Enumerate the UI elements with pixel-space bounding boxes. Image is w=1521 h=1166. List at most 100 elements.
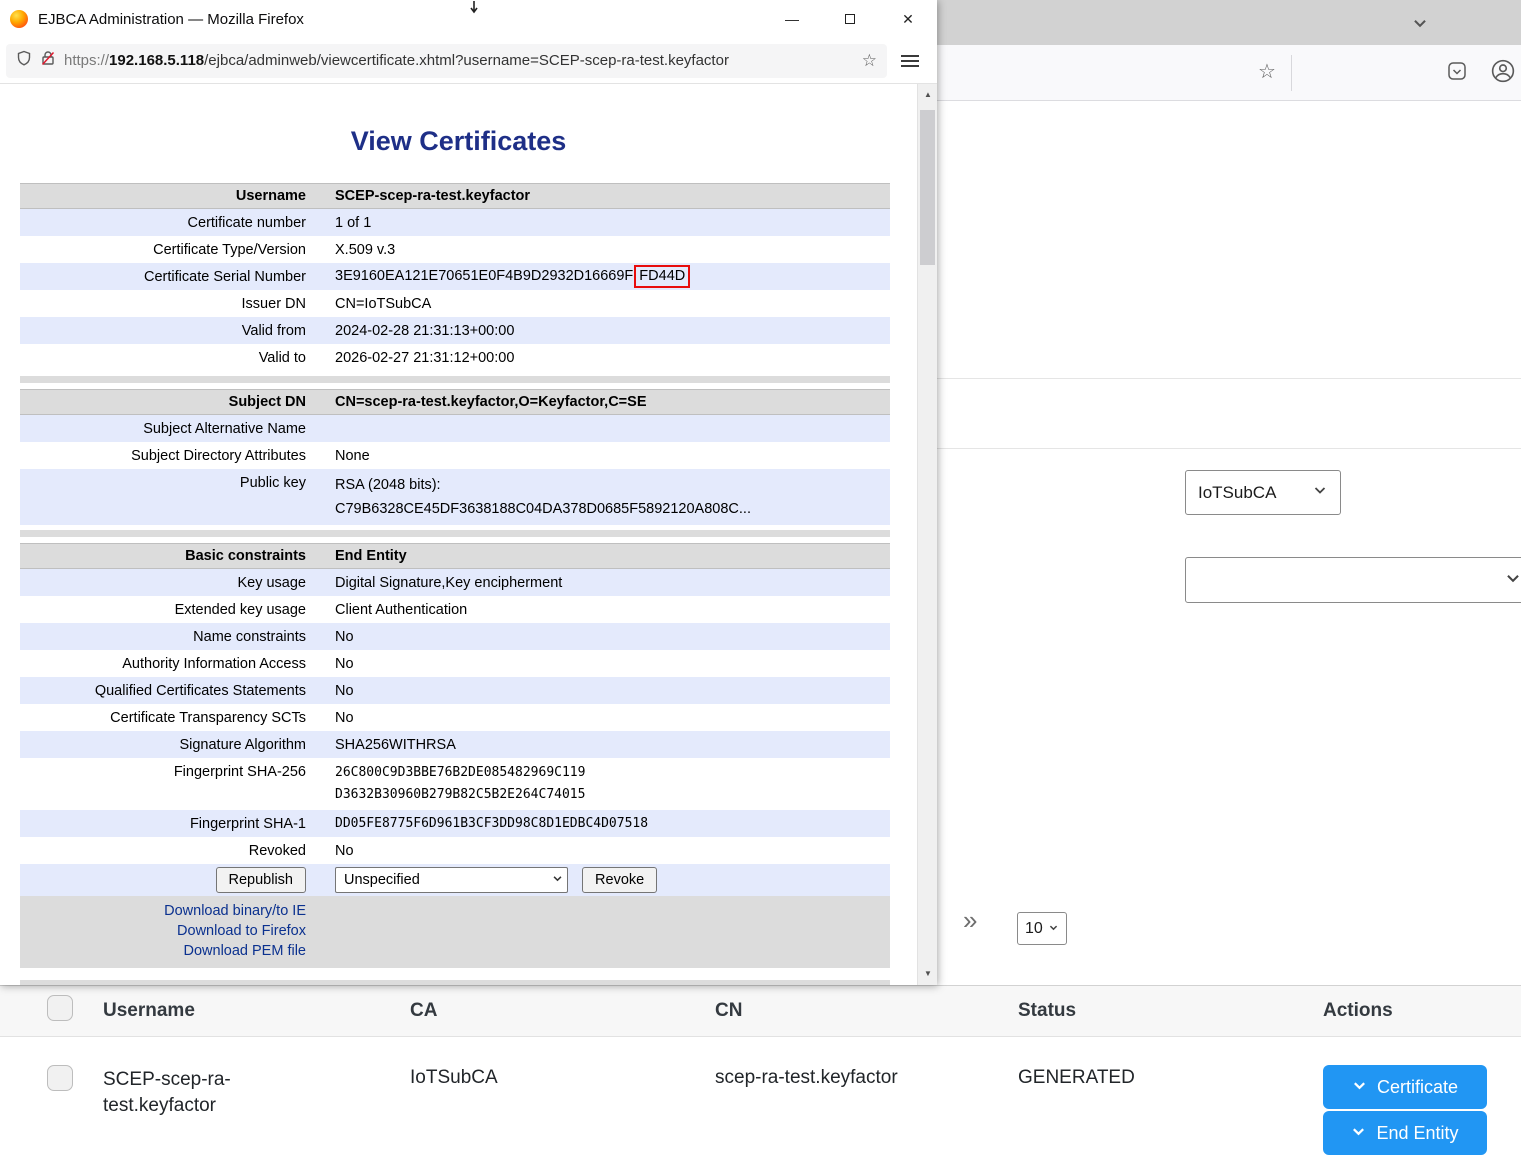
row-subject-directory-attributes: Subject Directory Attributes None (20, 442, 890, 469)
row-certificate-number: Certificate number 1 of 1 (20, 209, 890, 236)
row-public-key: Public key RSA (2048 bits): C79B6328CE45… (20, 469, 890, 525)
popup-content: View Certificates Username SCEP-scep-ra-… (0, 84, 917, 985)
page-size-value: 10 (1025, 920, 1043, 938)
spacer (20, 968, 890, 980)
row-label: Certificate Transparency SCTs (20, 710, 320, 726)
actions-cell: Certificate End Entity (1323, 1037, 1521, 1166)
maximize-button[interactable] (821, 0, 879, 38)
row-value: 2024-02-28 21:31:13+00:00 (320, 323, 890, 339)
cell-cn: scep-ra-test.keyfactor (715, 1037, 1018, 1166)
download-links: Download binary/to IE Download to Firefo… (20, 901, 320, 961)
menu-hamburger-icon[interactable] (901, 52, 919, 70)
ca-select[interactable]: IoTSubCA (1185, 470, 1341, 515)
bookmark-star-icon[interactable]: ☆ (862, 51, 877, 71)
scrollbar-up-arrow[interactable]: ▲ (918, 86, 937, 104)
page-size-select[interactable]: 10 (1017, 912, 1067, 945)
section-divider (20, 530, 890, 537)
revoke-cell: Unspecified Revoke (320, 867, 890, 893)
row-certificate-transparency-scts: Certificate Transparency SCTs No (20, 704, 890, 731)
header-cn: CN (715, 1000, 1018, 1022)
row-value: 26C800C9D3BBE76B2DE085482969C119 D3632B3… (320, 762, 890, 806)
scrollbar-thumb[interactable] (920, 110, 935, 265)
mouse-cursor (468, 0, 480, 18)
row-value: No (320, 683, 890, 699)
chevron-down-icon (1048, 920, 1059, 938)
popup-scrollbar[interactable]: ▲ ▼ (917, 84, 937, 985)
row-label: Issuer DN (20, 296, 320, 312)
row-label: Username (20, 188, 320, 204)
window-controls: — ✕ (763, 0, 937, 38)
serial-value: 3E9160EA121E70651E0F4B9D2932D16669FFD44D (320, 265, 890, 288)
row-signature-algorithm: Signature Algorithm SHA256WITHRSA (20, 731, 890, 758)
url-text: https://192.168.5.118/ejbca/adminweb/vie… (64, 52, 854, 69)
url-host: 192.168.5.118 (109, 52, 204, 69)
section-divider (20, 376, 890, 383)
revoke-button[interactable]: Revoke (582, 867, 657, 893)
row-label: Subject Alternative Name (20, 421, 320, 437)
download-pem-link[interactable]: Download PEM file (20, 941, 306, 961)
header-username: Username (103, 1000, 410, 1022)
close-window-button[interactable]: ✕ (879, 0, 937, 38)
header-ca: CA (410, 1000, 715, 1022)
header-actions: Actions (1323, 1000, 1521, 1022)
shield-icon[interactable] (16, 50, 32, 71)
download-firefox-link[interactable]: Download to Firefox (20, 921, 306, 941)
row-value: X.509 v.3 (320, 242, 890, 258)
row-subject-alt-name: Subject Alternative Name (20, 415, 890, 442)
row-label: Extended key usage (20, 602, 320, 618)
checkbox-cell (47, 1037, 103, 1166)
button-label: End Entity (1376, 1123, 1458, 1144)
scrollbar-down-arrow[interactable]: ▼ (918, 965, 937, 983)
chevron-down-icon (1351, 1123, 1366, 1144)
row-label: Revoked (20, 843, 320, 859)
row-label: Qualified Certificates Statements (20, 683, 320, 699)
table-header-row: Username CA CN Status Actions (0, 985, 1521, 1037)
row-label: Valid to (20, 350, 320, 366)
account-icon[interactable] (1491, 59, 1515, 88)
pagination-last-icon[interactable]: » (963, 905, 977, 936)
row-revocation-actions: Republish Unspecified Revoke (20, 864, 890, 896)
row-basic-constraints: Basic constraints End Entity (20, 543, 890, 569)
view-certificates-popup-window: EJBCA Administration — Mozilla Firefox —… (0, 0, 937, 985)
address-bar[interactable]: https://192.168.5.118/ejbca/adminweb/vie… (6, 44, 887, 78)
row-value: End Entity (320, 548, 890, 564)
header-status: Status (1018, 1000, 1323, 1022)
download-binary-link[interactable]: Download binary/to IE (20, 901, 306, 921)
row-fingerprint-sha1: Fingerprint SHA-1 DD05FE8775F6D961B3CF3D… (20, 810, 890, 837)
bookmark-star-icon[interactable]: ☆ (1258, 59, 1276, 84)
select-all-checkbox[interactable] (47, 995, 73, 1021)
chevron-down-icon (1312, 482, 1328, 503)
row-label: Subject Directory Attributes (20, 448, 320, 464)
pocket-icon[interactable] (1447, 61, 1467, 86)
filter-select[interactable] (1185, 557, 1521, 603)
row-certificate-type: Certificate Type/Version X.509 v.3 (20, 236, 890, 263)
row-name-constraints: Name constraints No (20, 623, 890, 650)
row-value: No (320, 843, 890, 859)
row-label: Certificate Type/Version (20, 242, 320, 258)
row-value: No (320, 710, 890, 726)
republish-button[interactable]: Republish (216, 867, 307, 893)
certificate-details-table: Username SCEP-scep-ra-test.keyfactor Cer… (20, 183, 890, 985)
toolbar-divider (1291, 55, 1292, 91)
row-value: SHA256WITHRSA (320, 737, 890, 753)
row-checkbox[interactable] (47, 1065, 73, 1091)
url-toolbar: https://192.168.5.118/ejbca/adminweb/vie… (0, 38, 937, 84)
end-entity-dropdown-button[interactable]: End Entity (1323, 1111, 1487, 1155)
row-extended-key-usage: Extended key usage Client Authentication (20, 596, 890, 623)
public-key-modulus: C79B6328CE45DF3638188C04DA378D0685F58921… (335, 497, 890, 521)
certificate-dropdown-button[interactable]: Certificate (1323, 1065, 1487, 1109)
revocation-reason-select[interactable]: Unspecified (335, 867, 568, 893)
section-divider (20, 980, 890, 985)
row-label: Subject DN (20, 394, 320, 410)
url-protocol: https:// (64, 52, 109, 69)
chevron-down-icon[interactable] (1411, 14, 1429, 37)
search-results-table: Username CA CN Status Actions SCEP-scep-… (0, 985, 1521, 1166)
lock-warning-icon[interactable] (40, 50, 56, 71)
public-key-type: RSA (2048 bits): (335, 473, 890, 497)
cell-username: SCEP-scep-ra-test.keyfactor (103, 1067, 273, 1119)
minimize-button[interactable]: — (763, 0, 821, 38)
row-value: No (320, 629, 890, 645)
row-authority-information-access: Authority Information Access No (20, 650, 890, 677)
row-serial-number: Certificate Serial Number 3E9160EA121E70… (20, 263, 890, 290)
table-row: SCEP-scep-ra-test.keyfactor IoTSubCA sce… (0, 1037, 1521, 1166)
